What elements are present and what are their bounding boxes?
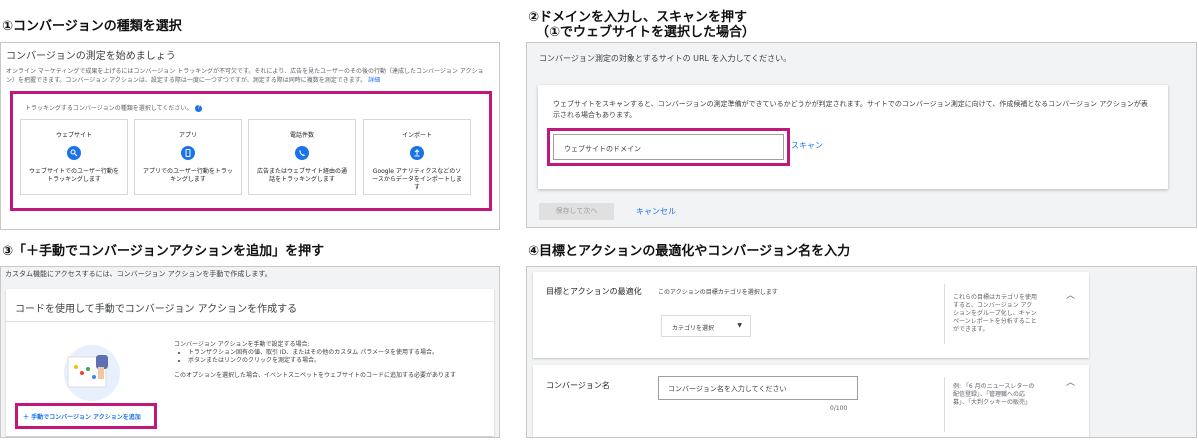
card-desc: 広告またはウェブサイト経由の通話をトラッキングします bbox=[256, 168, 347, 183]
manual-card: コードを使用して手動でコンバージョン アクションを作成する コンバージョン アク… bbox=[6, 289, 494, 436]
category-select[interactable]: カテゴリを選択 ▼ bbox=[661, 315, 751, 337]
divider bbox=[6, 321, 494, 322]
phone-app-icon bbox=[181, 146, 195, 160]
card-phone[interactable]: 電話件数 広告またはウェブサイト経由の通話をトラッキングします bbox=[248, 119, 356, 195]
card-title: ウェブサイト bbox=[55, 132, 92, 139]
goal-name-panel: 目標とアクションの最適化 このアクションの目標カテゴリを選択します カテゴリを選… bbox=[526, 266, 1197, 438]
type-prompt-text: トラッキングするコンバージョンの種類を選択してください。 bbox=[25, 105, 193, 112]
card-app[interactable]: アプリ アプリでのユーザー行動をトラッキングします bbox=[134, 119, 242, 195]
conversion-name-input[interactable]: コンバージョン名を入力してください bbox=[658, 376, 858, 400]
highlight-box: ウェブサイトのドメイン bbox=[547, 128, 790, 166]
goal-help: これらの目標はカテゴリを使用すると、コンバージョン アクションをグループ化し、キ… bbox=[953, 294, 1038, 333]
manual-action-panel: カスタム機能にアクセスするには、コンバージョン アクションを手動で作成します。 … bbox=[0, 266, 500, 438]
card-import[interactable]: インポート Google アナリティクスなどのソースからデータをインポートします bbox=[363, 119, 471, 195]
cursor-click-icon bbox=[67, 146, 81, 160]
custom-heading: カスタム機能にアクセスするには、コンバージョン アクションを手動で作成します。 bbox=[5, 270, 272, 278]
domain-input[interactable]: ウェブサイトのドメイン bbox=[553, 134, 784, 160]
panel-description: オンライン マーケティングで成果を上げるにはコンバージョン トラッキングが不可欠… bbox=[6, 67, 491, 85]
card-title: アプリ bbox=[178, 132, 197, 139]
card-title: インポート bbox=[401, 132, 432, 139]
cancel-button[interactable]: キャンセル bbox=[636, 206, 676, 217]
chevron-up-icon[interactable]: ︿ bbox=[1066, 288, 1075, 301]
name-section: コンバージョン名 コンバージョン名を入力してください 0/100 例: 「6 月… bbox=[533, 365, 1089, 437]
manual-intro: コンバージョン アクションを手動で設定する場合: bbox=[174, 341, 310, 348]
q2-title-line1: ②ドメインを入力し、スキャンを押す bbox=[528, 10, 748, 25]
scan-card: ウェブサイトをスキャンすると、コンバージョンの測定準備ができているかどうかが判定… bbox=[538, 85, 1168, 189]
list-item: トランザクション固有の値、取引 ID、またはその他のカスタム パラメータを使用す… bbox=[188, 349, 484, 357]
code-illustration-icon bbox=[56, 339, 126, 404]
q2-title: ②ドメインを入力し、スキャンを押す （①でウェブサイトを選択した場合） bbox=[528, 10, 755, 40]
scan-description: ウェブサイトをスキャンすると、コンバージョンの測定準備ができているかどうかが判定… bbox=[553, 100, 1148, 119]
conversion-type-panel: コンバージョンの測定を始めましょう オンライン マーケティングで成果を上げるには… bbox=[0, 42, 500, 230]
q4-title: ④目標とアクションの最適化やコンバージョン名を入力 bbox=[528, 244, 851, 259]
goal-sub: このアクションの目標カテゴリを選択します bbox=[658, 289, 778, 296]
add-manual-action-button[interactable]: ＋ 手動でコンバージョン アクションを追加 bbox=[23, 412, 141, 421]
scan-button[interactable]: スキャン bbox=[791, 140, 823, 151]
card-title: 電話件数 bbox=[289, 132, 314, 139]
highlight-box: ＋ 手動でコンバージョン アクションを追加 bbox=[15, 403, 157, 429]
manual-card-title: コードを使用して手動でコンバージョン アクションを作成する bbox=[15, 304, 298, 315]
domain-scan-panel: コンバージョン測定の対象とするサイトの URL を入力してください。 ウェブサイ… bbox=[526, 42, 1197, 228]
panel-heading: コンバージョンの測定を始めましょう bbox=[6, 51, 176, 62]
name-label: コンバージョン名 bbox=[546, 381, 610, 390]
caret-down-icon: ▼ bbox=[737, 322, 742, 329]
type-prompt: トラッキングするコンバージョンの種類を選択してください。? bbox=[25, 103, 203, 112]
upload-icon bbox=[410, 146, 424, 160]
url-heading: コンバージョン測定の対象とするサイトの URL を入力してください。 bbox=[539, 54, 792, 63]
char-count: 0/100 bbox=[830, 405, 848, 412]
description-text: オンライン マーケティングで成果を上げるにはコンバージョン トラッキングが不可欠… bbox=[6, 68, 484, 84]
name-help: 例: 「6 月のニュースレターの配信登録」、「管理職への応募」、「大判クッキーの… bbox=[953, 383, 1035, 406]
q1-title: ①コンバージョンの種類を選択 bbox=[2, 19, 182, 34]
list-item: ボタンまたはリンクのクリックを測定する場合。 bbox=[188, 357, 484, 365]
save-next-button[interactable]: 保存して次へ bbox=[539, 203, 614, 220]
q3-title: ③「＋手動でコンバージョンアクションを追加」を押す bbox=[2, 244, 325, 259]
card-desc: ウェブサイトでのユーザー行動をトラッキングします bbox=[29, 168, 119, 183]
phone-call-icon bbox=[295, 146, 309, 160]
divider bbox=[944, 284, 945, 344]
goal-section: 目標とアクションの最適化 このアクションの目標カテゴリを選択します カテゴリを選… bbox=[533, 272, 1089, 358]
manual-text: コンバージョン アクションを手動で設定する場合: トランザクション固有の値、取引… bbox=[174, 341, 484, 380]
q2-title-line2: （①でウェブサイトを選択した場合） bbox=[536, 25, 756, 40]
highlight-box: トラッキングするコンバージョンの種類を選択してください。? ウェブサイト ウェブ… bbox=[10, 91, 492, 211]
manual-bullets: トランザクション固有の値、取引 ID、またはその他のカスタム パラメータを使用す… bbox=[174, 349, 484, 365]
manual-note: このオプションを選択した場合、イベントスニペットをウェブサイトのコードに追加する… bbox=[174, 372, 457, 379]
category-select-label: カテゴリを選択 bbox=[672, 325, 715, 332]
card-website[interactable]: ウェブサイト ウェブサイトでのユーザー行動をトラッキングします bbox=[20, 119, 128, 195]
card-desc: アプリでのユーザー行動をトラッキングします bbox=[143, 168, 233, 183]
help-icon[interactable]: ? bbox=[195, 105, 203, 112]
card-desc: Google アナリティクスなどのソースからデータをインポートします bbox=[372, 168, 462, 191]
learn-more-link[interactable]: 詳細 bbox=[368, 77, 380, 84]
divider bbox=[944, 377, 945, 432]
chevron-up-icon[interactable]: ︿ bbox=[1066, 375, 1075, 388]
goal-label: 目標とアクションの最適化 bbox=[546, 287, 642, 296]
